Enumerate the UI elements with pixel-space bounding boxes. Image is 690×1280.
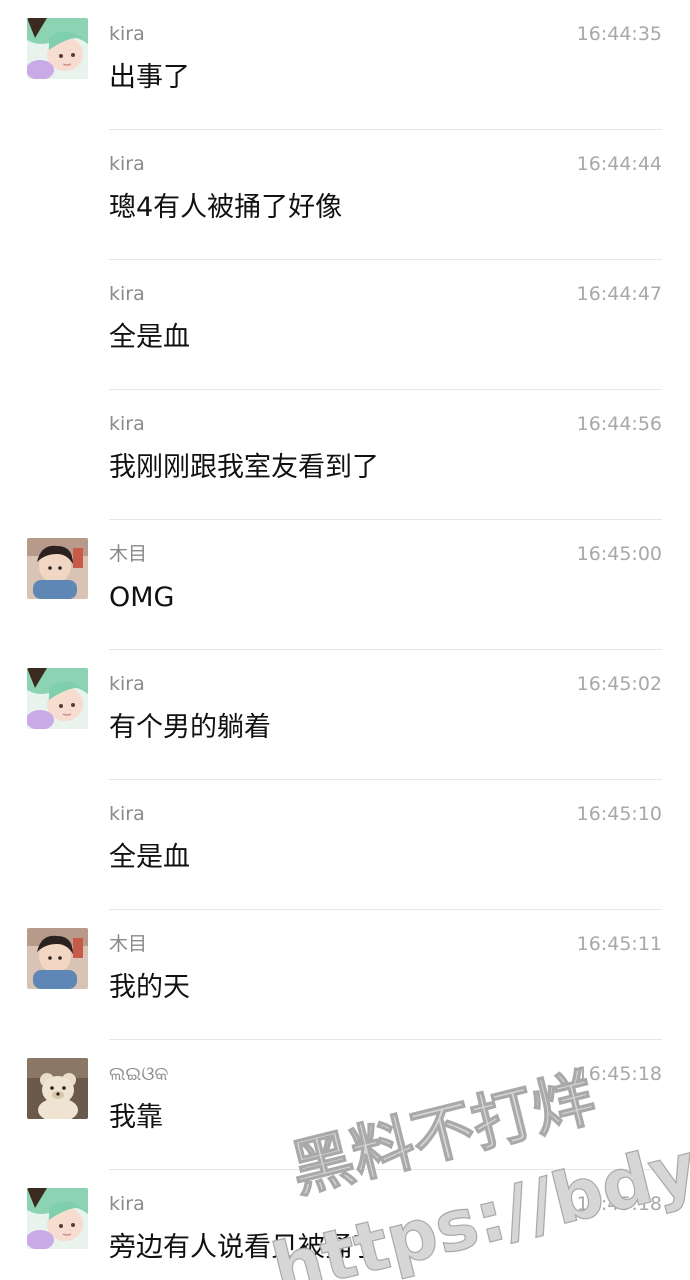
message-sender: kira: [109, 413, 145, 435]
message-sender: kira: [109, 153, 145, 175]
message-sender: kira: [109, 23, 145, 45]
mumu-avatar[interactable]: [27, 538, 88, 599]
message-sender: 木目: [109, 543, 148, 565]
message-sender: 木目: [109, 933, 148, 955]
message-timestamp: 16:45:00: [576, 543, 662, 565]
chat-message[interactable]: kira 16:45:10 全是血: [0, 780, 690, 910]
message-text: 我的天: [109, 972, 190, 1003]
message-timestamp: 16:44:56: [576, 413, 662, 435]
chat-message[interactable]: 木目 16:45:11 我的天: [0, 910, 690, 1040]
message-sender: kira: [109, 1193, 145, 1215]
chat-message[interactable]: kira 16:44:56 我刚刚跟我室友看到了: [0, 390, 690, 520]
message-timestamp: 16:45:02: [576, 673, 662, 695]
chat-message[interactable]: ଲଇଓକ 16:45:18 我靠: [0, 1040, 690, 1170]
chat-message[interactable]: 木目 16:45:00 OMG: [0, 520, 690, 650]
message-timestamp: 16:44:44: [576, 153, 662, 175]
chat-message-list: kira 16:44:35 出事了 kira 16:44:44 璁4有人被捅了好…: [0, 0, 690, 1280]
message-timestamp: 16:45:11: [576, 933, 662, 955]
chat-message[interactable]: kira 16:44:35 出事了: [0, 0, 690, 130]
message-sender: ଲଇଓକ: [109, 1063, 169, 1085]
kira-avatar[interactable]: [27, 668, 88, 729]
message-text: 出事了: [109, 62, 190, 93]
message-text: OMG: [109, 582, 175, 613]
message-sender: kira: [109, 283, 145, 305]
message-timestamp: 16:44:47: [576, 283, 662, 305]
chat-message[interactable]: kira 16:45:18 旁边有人说看见被捅了: [0, 1170, 690, 1280]
message-timestamp: 16:44:35: [576, 23, 662, 45]
message-timestamp: 16:45:18: [576, 1193, 662, 1215]
message-timestamp: 16:45:10: [576, 803, 662, 825]
kira-avatar[interactable]: [27, 18, 88, 79]
kira-avatar[interactable]: [27, 1188, 88, 1249]
message-timestamp: 16:45:18: [576, 1063, 662, 1085]
chat-message[interactable]: kira 16:44:47 全是血: [0, 260, 690, 390]
mumu-avatar[interactable]: [27, 928, 88, 989]
bear-avatar[interactable]: [27, 1058, 88, 1119]
message-text: 我刚刚跟我室友看到了: [109, 452, 379, 483]
message-sender: kira: [109, 673, 145, 695]
message-text: 我靠: [109, 1102, 163, 1133]
chat-message[interactable]: kira 16:44:44 璁4有人被捅了好像: [0, 130, 690, 260]
message-text: 有个男的躺着: [109, 712, 271, 743]
chat-message[interactable]: kira 16:45:02 有个男的躺着: [0, 650, 690, 780]
message-text: 全是血: [109, 842, 190, 873]
message-text: 全是血: [109, 322, 190, 353]
message-text: 璁4有人被捅了好像: [109, 192, 343, 223]
message-sender: kira: [109, 803, 145, 825]
message-text: 旁边有人说看见被捅了: [109, 1232, 379, 1263]
